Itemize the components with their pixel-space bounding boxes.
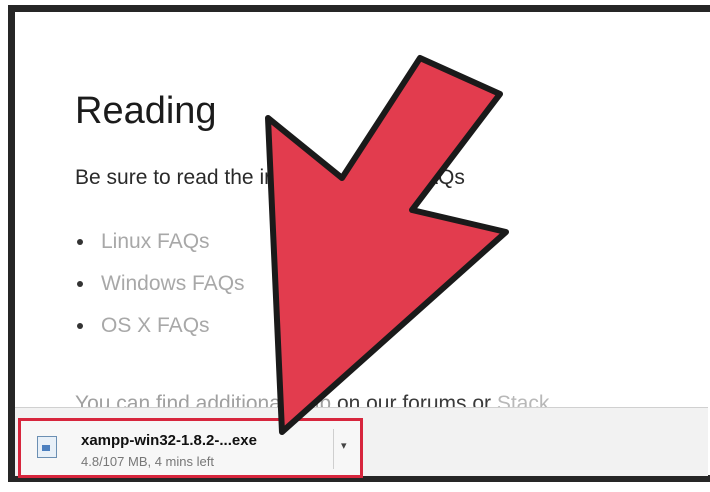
intro-text: Be sure to read the instructions and FAQ… bbox=[75, 166, 465, 189]
link-windows-faqs[interactable]: Windows FAQs bbox=[101, 272, 245, 296]
bullet-icon bbox=[77, 323, 83, 329]
download-filename: xampp-win32-1.8.2-...exe bbox=[81, 432, 257, 449]
bullet-icon bbox=[77, 281, 83, 287]
bullet-icon bbox=[77, 239, 83, 245]
link-osx-faqs[interactable]: OS X FAQs bbox=[101, 314, 210, 338]
link-linux-faqs[interactable]: Linux FAQs bbox=[101, 230, 210, 254]
file-exe-icon bbox=[37, 436, 57, 458]
divider bbox=[333, 429, 334, 469]
download-item[interactable]: xampp-win32-1.8.2-...exe 4.8/107 MB, 4 m… bbox=[18, 418, 363, 478]
page-title: Reading bbox=[75, 90, 217, 132]
chevron-down-icon[interactable]: ▾ bbox=[341, 439, 347, 452]
download-status: 4.8/107 MB, 4 mins left bbox=[81, 454, 214, 469]
